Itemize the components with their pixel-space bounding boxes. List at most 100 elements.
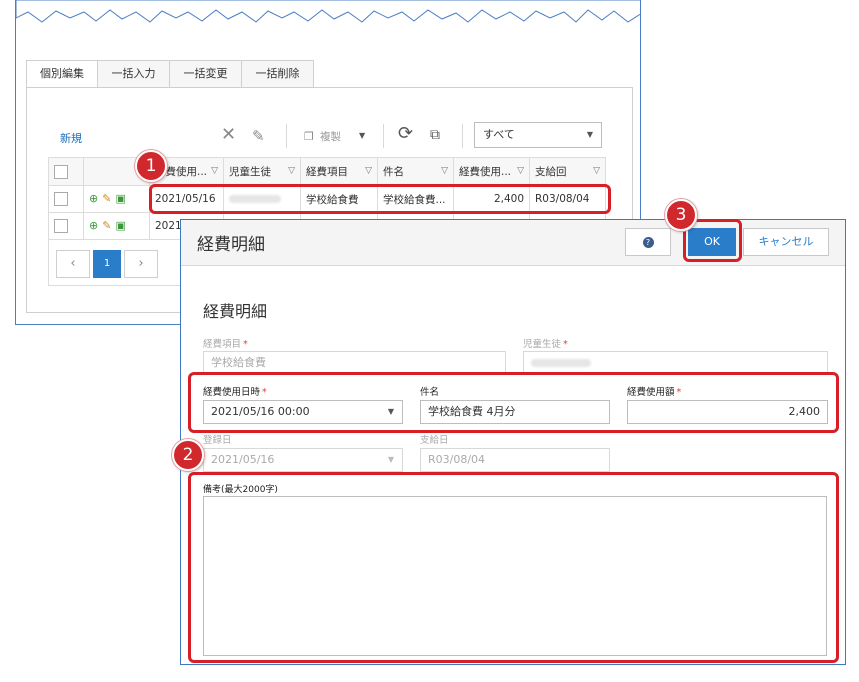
copy-dropdown-icon[interactable]: ▼ [359,131,365,140]
subject-label: 件名 [420,387,440,398]
toolbar-divider [383,124,384,148]
copy-button[interactable]: 複製 [320,129,341,144]
grid-header-row: 経費使用... ▽ 児童生徒 ▽ 経費項目 ▽ 件名 ▽ 経費使用... ▽ 支給回 ▽ [48,157,606,186]
column-header-label: 経費使用... [459,166,512,178]
tab-bulk-change[interactable]: 一括変更 [169,60,242,88]
toolbar-divider [462,124,463,148]
filter-icon[interactable]: ▽ [288,166,295,176]
payment-date-label: 支給日 [420,435,449,446]
filter-icon[interactable]: ▽ [365,166,372,176]
row-checkbox[interactable] [54,219,68,233]
cell-item: 学校給食費 [300,185,378,213]
memo-textarea[interactable] [203,496,827,656]
chevron-down-icon: ▼ [387,407,394,416]
add-row-icon[interactable]: ⊕ [89,193,98,205]
item-label: 経費項目 * [203,336,248,350]
required-mark: * [262,387,267,398]
amount-label-text: 経費使用額 [627,387,675,398]
cell-payment: R03/08/04 [529,185,606,213]
item-label-text: 経費項目 [203,339,242,350]
copy-icon: ❐ [304,130,314,143]
memo-label: 備考(最大2000字) [203,485,278,495]
table-row[interactable]: ⊕ ✎ ▣ 2021/05/16 学校給食費 学校給食費... 2,400 R0… [48,185,606,213]
chevron-down-icon: ▼ [586,130,593,139]
tab-label: 一括変更 [183,67,228,80]
chevron-down-icon: ▼ [387,455,394,464]
cancel-button[interactable]: キャンセル [743,228,829,256]
registration-date-label: 登録日 [203,435,232,446]
help-button[interactable]: ? [625,228,671,256]
column-header-label: 経費項目 [306,166,348,178]
filter-select-value: すべて [483,128,515,141]
required-mark: * [676,387,682,398]
filter-icon[interactable]: ▽ [517,166,524,176]
column-header[interactable]: 支給回 ▽ [529,157,606,186]
close-icon[interactable]: ✕ [221,126,236,144]
prev-page-button[interactable]: ‹ [56,250,90,278]
cell-amount: 2,400 [453,185,530,213]
amount-label: 経費使用額 * [627,384,681,398]
registration-date-field: 2021/05/16 ▼ [203,448,403,472]
tab-label: 一括入力 [111,67,156,80]
edit-row-icon[interactable]: ✎ [102,193,111,205]
tab-bulk-delete[interactable]: 一括削除 [241,60,314,88]
date-label: 経費使用日時 * [203,384,267,398]
page-1-button[interactable]: 1 [93,250,121,278]
copy-row-icon[interactable]: ▣ [115,193,125,205]
filter-icon[interactable]: ▽ [211,166,218,176]
ok-button[interactable]: OK [688,228,736,256]
annotation-badge-2: 2 [172,439,204,471]
column-header-label: 児童生徒 [229,166,271,178]
select-all-cell[interactable] [48,157,84,186]
subject-input[interactable]: 学校給食費 4月分 [420,400,610,424]
section-title: 経費明細 [203,302,268,321]
column-header[interactable]: 経費項目 ▽ [300,157,378,186]
row-select-cell[interactable] [48,185,84,213]
registration-date-value: 2021/05/16 [211,453,275,466]
next-page-button[interactable]: › [124,250,158,278]
toolbar-divider [286,124,287,148]
add-row-icon[interactable]: ⊕ [89,220,98,232]
help-icon: ? [642,237,654,248]
date-label-text: 経費使用日時 [203,387,261,398]
required-mark: * [563,339,568,350]
student-field [523,351,828,375]
column-header[interactable]: 児童生徒 ▽ [223,157,301,186]
column-header-label: 支給回 [535,166,567,178]
payment-date-field: R03/08/04 [420,448,610,472]
filter-select[interactable]: すべて ▼ [474,122,602,148]
row-checkbox[interactable] [54,192,68,206]
student-label-text: 児童生徒 [523,339,562,350]
select-all-checkbox[interactable] [54,164,68,179]
dialog-title: 経費明細 [197,235,265,255]
filter-icon[interactable]: ▽ [593,166,600,176]
dialog-header: 経費明細 ? OK キャンセル [181,220,845,266]
row-select-cell[interactable] [48,212,84,240]
cell-date: 2021/05/16 [149,185,224,213]
annotation-badge-1: 1 [135,150,167,182]
torn-edge [16,0,640,23]
blurred-student [229,195,281,203]
date-select[interactable]: 2021/05/16 00:00 ▼ [203,400,403,424]
pencil-icon[interactable]: ✎ [252,127,265,145]
export-icon[interactable]: ⧉ [430,126,440,144]
tab-bulk-input[interactable]: 一括入力 [97,60,170,88]
column-header[interactable]: 経費使用... ▽ [453,157,530,186]
column-header[interactable]: 件名 ▽ [377,157,454,186]
cell-subject: 学校給食費... [377,185,454,213]
edit-row-icon[interactable]: ✎ [102,220,111,232]
expense-detail-dialog: 経費明細 ? OK キャンセル 経費明細 経費項目 * 学校給食費 児童生徒 * 経… [180,219,846,665]
new-link[interactable]: 新規 [60,130,82,146]
cell-student [223,185,301,213]
copy-row-icon[interactable]: ▣ [115,220,125,232]
tab-label: 個別編集 [40,67,84,80]
date-value: 2021/05/16 00:00 [211,405,310,418]
tab-individual-edit[interactable]: 個別編集 [26,60,98,88]
tab-label: 一括削除 [255,67,300,80]
filter-icon[interactable]: ▽ [441,166,448,176]
annotation-badge-3: 3 [665,199,697,231]
amount-input[interactable]: 2,400 [627,400,828,424]
refresh-icon[interactable]: ⟳ [398,125,413,143]
student-label: 児童生徒 * [523,336,568,350]
blurred-student [531,359,591,367]
